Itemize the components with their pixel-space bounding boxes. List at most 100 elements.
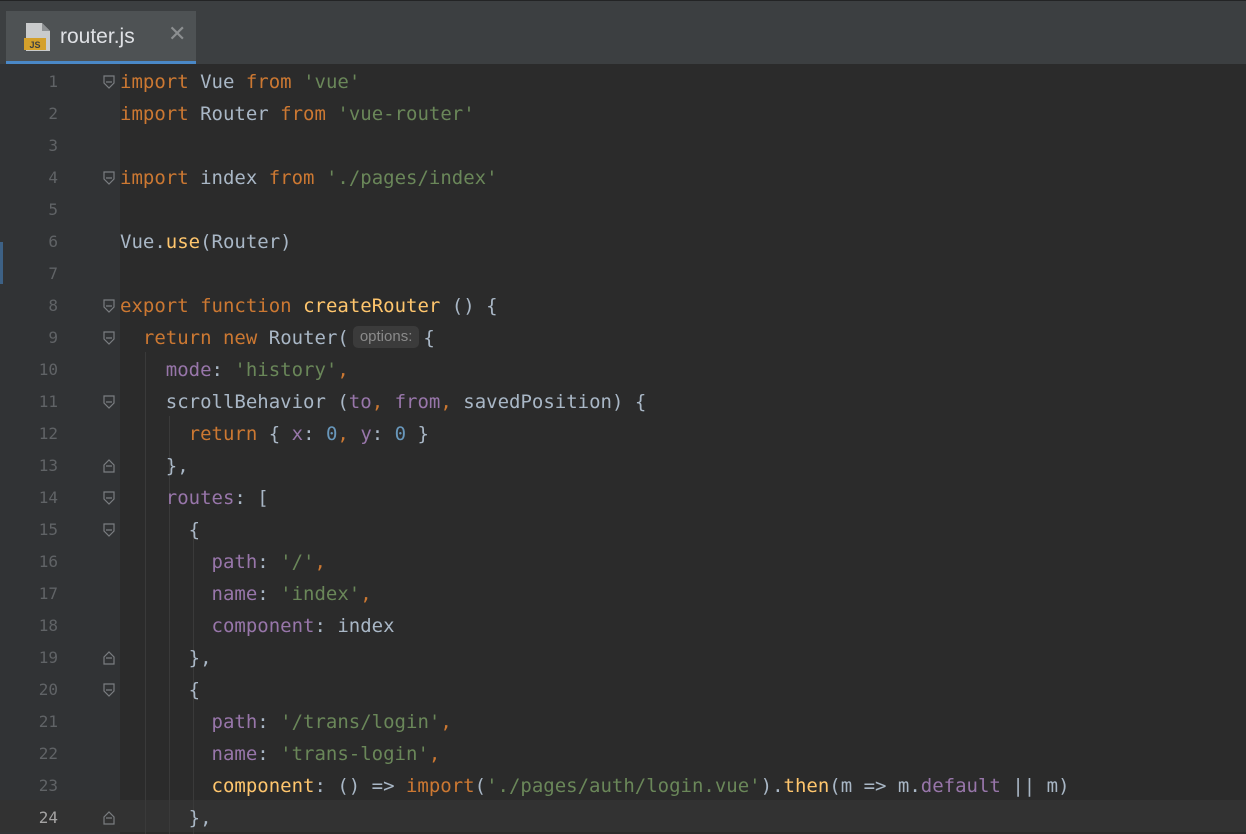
- code-text[interactable]: {: [120, 514, 200, 546]
- code-token: ,: [360, 583, 372, 605]
- code-token: from: [394, 391, 441, 413]
- code-line[interactable]: 16 path: '/',: [0, 546, 1246, 578]
- code-text[interactable]: mode: 'history',: [120, 354, 349, 386]
- code-token: './pages/auth/login.vue': [486, 775, 761, 797]
- code-line[interactable]: 10 mode: 'history',: [0, 354, 1246, 386]
- code-token: Router: [188, 103, 281, 125]
- code-text[interactable]: import index from './pages/index': [120, 162, 498, 194]
- code-text[interactable]: routes: [: [120, 482, 269, 514]
- fold-start-icon[interactable]: [102, 331, 116, 345]
- code-token: ,: [440, 711, 452, 733]
- code-token: },: [120, 647, 212, 669]
- code-line[interactable]: 17 name: 'index',: [0, 578, 1246, 610]
- code-line[interactable]: 12 return { x: 0, y: 0 }: [0, 418, 1246, 450]
- fold-start-icon[interactable]: [102, 395, 116, 409]
- code-line[interactable]: 14 routes: [: [0, 482, 1246, 514]
- code-line[interactable]: 23 component: () => import('./pages/auth…: [0, 770, 1246, 802]
- code-text[interactable]: },: [120, 802, 212, 834]
- fold-start-icon[interactable]: [102, 683, 116, 697]
- code-token: return: [188, 423, 258, 445]
- code-token: savedPosition) {: [451, 391, 647, 413]
- code-line[interactable]: 22 name: 'trans-login',: [0, 738, 1246, 770]
- code-text[interactable]: export function createRouter () {: [120, 290, 498, 322]
- code-line[interactable]: 8 export function createRouter () {: [0, 290, 1246, 322]
- code-token: '/trans/login': [280, 711, 441, 733]
- code-text[interactable]: name: 'trans-login',: [120, 738, 441, 770]
- code-token: }: [406, 423, 429, 445]
- code-text[interactable]: name: 'index',: [120, 578, 372, 610]
- code-line[interactable]: 18 component: index: [0, 610, 1246, 642]
- code-line[interactable]: 5: [0, 194, 1246, 226]
- code-line[interactable]: 6 Vue.use(Router): [0, 226, 1246, 258]
- code-token: component: [211, 775, 315, 797]
- code-line[interactable]: 24 },: [0, 802, 1246, 834]
- code-text[interactable]: {: [120, 674, 200, 706]
- code-editor[interactable]: 1 import Vue from 'vue' 2 import Router fro…: [0, 64, 1246, 834]
- code-text[interactable]: path: '/',: [120, 546, 326, 578]
- parameter-hint: options:: [352, 326, 420, 348]
- code-token: : [: [234, 487, 269, 509]
- code-text[interactable]: scrollBehavior (to, from, savedPosition)…: [120, 386, 647, 418]
- fold-start-icon[interactable]: [102, 299, 116, 313]
- code-line[interactable]: 4 import index from './pages/index': [0, 162, 1246, 194]
- code-token: {: [120, 679, 201, 701]
- code-text[interactable]: return { x: 0, y: 0 }: [120, 418, 429, 450]
- fold-end-icon[interactable]: [102, 811, 116, 825]
- code-line[interactable]: 13 },: [0, 450, 1246, 482]
- code-token: function: [200, 295, 292, 317]
- code-token: },: [120, 807, 212, 829]
- fold-start-icon[interactable]: [102, 491, 116, 505]
- code-line[interactable]: 15 {: [0, 514, 1246, 546]
- code-text[interactable]: },: [120, 450, 189, 482]
- code-text[interactable]: component: index: [120, 610, 395, 642]
- code-token: :: [257, 743, 281, 765]
- code-token: :: [371, 423, 395, 445]
- code-line[interactable]: 21 path: '/trans/login',: [0, 706, 1246, 738]
- close-icon[interactable]: ✕: [168, 23, 186, 45]
- fold-start-icon[interactable]: [102, 171, 116, 185]
- code-token: new: [222, 327, 258, 349]
- code-line[interactable]: 20 {: [0, 674, 1246, 706]
- code-line[interactable]: 3: [0, 130, 1246, 162]
- line-number: 4: [48, 168, 58, 187]
- code-token: y: [360, 423, 372, 445]
- code-text[interactable]: import Vue from 'vue': [120, 66, 360, 98]
- code-text[interactable]: return new Router(options:{: [120, 322, 435, 354]
- code-text[interactable]: import Router from 'vue-router': [120, 98, 475, 130]
- code-token: (: [474, 775, 487, 797]
- fold-start-icon[interactable]: [102, 523, 116, 537]
- fold-end-icon[interactable]: [102, 459, 116, 473]
- code-line[interactable]: 1 import Vue from 'vue': [0, 66, 1246, 98]
- line-number: 16: [38, 552, 58, 571]
- code-token: Vue.: [120, 231, 166, 253]
- tab-router-js[interactable]: JS router.js ✕: [6, 11, 196, 65]
- code-line[interactable]: 9 return new Router(options:{: [0, 322, 1246, 354]
- fold-start-icon[interactable]: [102, 75, 116, 89]
- line-number: 1: [48, 72, 58, 91]
- fold-end-icon[interactable]: [102, 651, 116, 665]
- code-line[interactable]: 2 import Router from 'vue-router': [0, 98, 1246, 130]
- code-text[interactable]: },: [120, 642, 212, 674]
- code-line[interactable]: 19 },: [0, 642, 1246, 674]
- code-token: ,: [440, 391, 452, 413]
- line-number: 13: [38, 456, 58, 475]
- code-text[interactable]: Vue.use(Router): [120, 226, 292, 258]
- code-token: export: [120, 295, 189, 317]
- line-number: 21: [38, 712, 58, 731]
- code-line[interactable]: 7: [0, 258, 1246, 290]
- js-file-icon: JS: [24, 23, 50, 51]
- code-token: },: [120, 455, 189, 477]
- code-text[interactable]: component: () => import('./pages/auth/lo…: [120, 770, 1070, 802]
- code-line[interactable]: 11 scrollBehavior (to, from, savedPositi…: [0, 386, 1246, 418]
- code-text[interactable]: path: '/trans/login',: [120, 706, 452, 738]
- code-token: name: [211, 583, 258, 605]
